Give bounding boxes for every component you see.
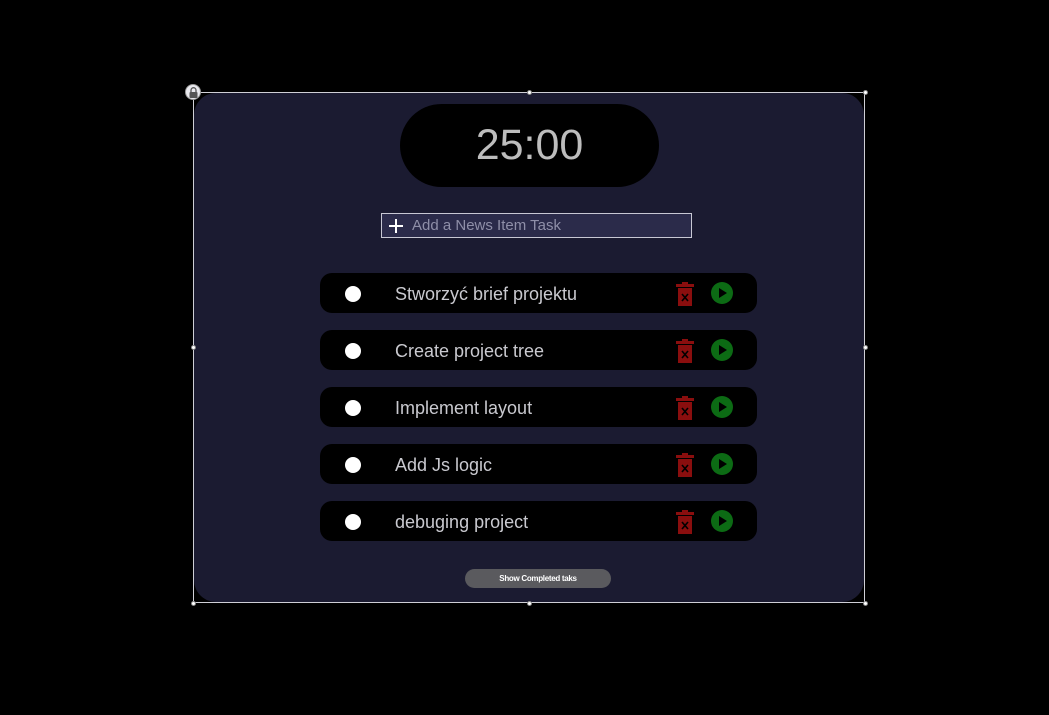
app-canvas: 25:00 Stworzyć brief projektu bbox=[0, 0, 1049, 715]
timer-display: 25:00 bbox=[400, 104, 659, 187]
trash-icon[interactable] bbox=[676, 396, 694, 420]
resize-handle-top-right[interactable] bbox=[863, 90, 868, 95]
timer-text: 25:00 bbox=[475, 121, 584, 169]
task-label: debuging project bbox=[395, 512, 529, 532]
resize-handle-bottom[interactable] bbox=[527, 601, 532, 606]
task-item: Stworzyć brief projektu bbox=[320, 273, 757, 313]
task-item: debuging project bbox=[320, 501, 757, 541]
complete-task-radio[interactable] bbox=[345, 514, 361, 530]
complete-task-radio[interactable] bbox=[345, 400, 361, 416]
complete-task-radio[interactable] bbox=[345, 457, 361, 473]
trash-icon[interactable] bbox=[676, 339, 694, 363]
show-completed-button[interactable]: Show Completed taks bbox=[465, 569, 611, 588]
lock-icon[interactable] bbox=[185, 84, 201, 100]
play-icon[interactable] bbox=[711, 396, 733, 418]
task-label: Implement layout bbox=[395, 398, 533, 418]
task-item: Add Js logic bbox=[320, 444, 757, 484]
task-item: Implement layout bbox=[320, 387, 757, 427]
task-label: Stworzyć brief projektu bbox=[395, 284, 578, 304]
plus-icon[interactable] bbox=[384, 214, 408, 237]
play-icon[interactable] bbox=[711, 453, 733, 475]
complete-task-radio[interactable] bbox=[345, 286, 361, 302]
task-item: Create project tree bbox=[320, 330, 757, 370]
resize-handle-bottom-right[interactable] bbox=[863, 601, 868, 606]
trash-icon[interactable] bbox=[676, 510, 694, 534]
task-label: Create project tree bbox=[395, 341, 545, 361]
add-task-field[interactable] bbox=[381, 213, 692, 238]
task-list: Stworzyć brief projektu Create project t… bbox=[320, 273, 757, 558]
resize-handle-top[interactable] bbox=[527, 90, 532, 95]
trash-icon[interactable] bbox=[676, 453, 694, 477]
trash-icon[interactable] bbox=[676, 282, 694, 306]
play-icon[interactable] bbox=[711, 282, 733, 304]
add-task-input[interactable] bbox=[408, 214, 691, 237]
complete-task-radio[interactable] bbox=[345, 343, 361, 359]
play-icon[interactable] bbox=[711, 510, 733, 532]
pomodoro-panel: 25:00 Stworzyć brief projektu bbox=[194, 93, 864, 602]
resize-handle-right[interactable] bbox=[863, 345, 868, 350]
resize-handle-left[interactable] bbox=[191, 345, 196, 350]
play-icon[interactable] bbox=[711, 339, 733, 361]
resize-handle-bottom-left[interactable] bbox=[191, 601, 196, 606]
task-label: Add Js logic bbox=[395, 455, 493, 475]
